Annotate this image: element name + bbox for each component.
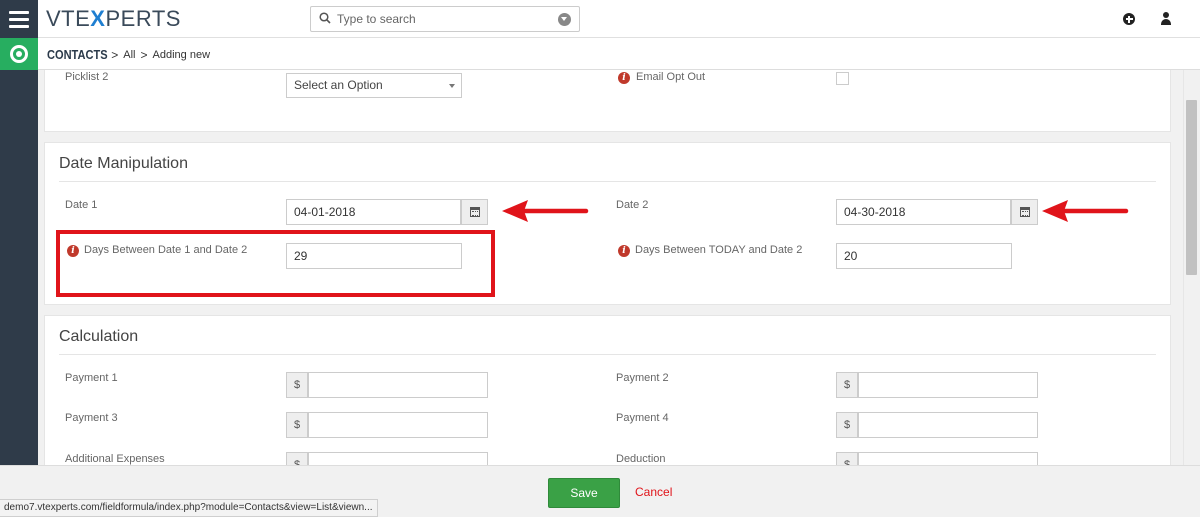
breadcrumb-current: Adding new bbox=[152, 48, 211, 61]
payment-3-label: Payment 3 bbox=[65, 412, 118, 424]
additional-expenses-label: Additional Expenses bbox=[65, 453, 165, 465]
cancel-link[interactable]: Cancel bbox=[635, 485, 672, 499]
payment-4-input[interactable] bbox=[858, 412, 1038, 438]
arrow-left-icon bbox=[502, 200, 589, 222]
breadcrumb-module[interactable]: CONTACTS bbox=[47, 47, 108, 62]
breadcrumb-separator: > bbox=[140, 47, 148, 62]
breadcrumb-separator: > bbox=[111, 47, 119, 62]
payment-3-input[interactable] bbox=[308, 412, 488, 438]
highlight-box bbox=[56, 230, 495, 297]
date-1-calendar-button[interactable] bbox=[461, 199, 488, 225]
left-sidebar bbox=[0, 70, 38, 517]
arrow-left-icon bbox=[1042, 200, 1129, 222]
custom-fields-card: Picklist 2 Select an Option i Email Opt … bbox=[44, 70, 1171, 132]
date-1-label: Date 1 bbox=[65, 199, 98, 211]
quick-create-icon[interactable] bbox=[1123, 13, 1135, 25]
payment-1-input[interactable] bbox=[308, 372, 488, 398]
currency-addon: $ bbox=[836, 372, 858, 398]
picklist-2-label: Picklist 2 bbox=[65, 71, 109, 83]
days-today-input[interactable] bbox=[836, 243, 1012, 269]
section-divider bbox=[59, 354, 1156, 355]
breadcrumb: CONTACTS > All > Adding new bbox=[47, 47, 210, 62]
search-options-dropdown-icon[interactable] bbox=[558, 13, 571, 26]
currency-addon: $ bbox=[836, 452, 858, 465]
deduction-input[interactable] bbox=[858, 452, 1038, 465]
section-divider bbox=[59, 181, 1156, 182]
search-icon bbox=[319, 12, 331, 24]
email-opt-out-label: Email Opt Out bbox=[636, 71, 706, 83]
payment-4-label: Payment 4 bbox=[616, 412, 669, 424]
date-2-input[interactable] bbox=[836, 199, 1011, 225]
top-bar: VTEXPERTS bbox=[0, 0, 1200, 38]
search-input[interactable] bbox=[337, 10, 557, 28]
section-title: Calculation bbox=[59, 328, 139, 345]
date-2-label: Date 2 bbox=[616, 199, 649, 211]
save-button[interactable]: Save bbox=[548, 478, 620, 508]
additional-expenses-input[interactable] bbox=[308, 452, 488, 465]
global-search[interactable] bbox=[310, 6, 580, 32]
currency-addon: $ bbox=[836, 412, 858, 438]
contacts-module-icon[interactable] bbox=[0, 38, 38, 70]
status-bar-url: demo7.vtexperts.com/fieldformula/index.p… bbox=[0, 499, 378, 517]
chevron-down-icon bbox=[449, 84, 455, 88]
payment-1-label: Payment 1 bbox=[65, 372, 118, 384]
info-icon: i bbox=[618, 245, 630, 257]
currency-addon: $ bbox=[286, 412, 308, 438]
breadcrumb-all[interactable]: All bbox=[123, 49, 135, 61]
date-2-calendar-button[interactable] bbox=[1011, 199, 1038, 225]
currency-addon: $ bbox=[286, 372, 308, 398]
currency-addon: $ bbox=[286, 452, 308, 465]
date-1-input[interactable] bbox=[286, 199, 461, 225]
payment-2-input[interactable] bbox=[858, 372, 1038, 398]
days-today-label: Days Between TODAY and Date 2 bbox=[635, 244, 803, 256]
deduction-label: Deduction bbox=[616, 453, 666, 465]
payment-2-label: Payment 2 bbox=[616, 372, 669, 384]
picklist-2-select[interactable]: Select an Option bbox=[286, 73, 462, 98]
calendar-icon bbox=[470, 207, 480, 217]
breadcrumb-bar: CONTACTS > All > Adding new bbox=[0, 38, 1200, 70]
email-opt-out-checkbox[interactable] bbox=[836, 72, 849, 85]
scrollbar-thumb[interactable] bbox=[1186, 100, 1197, 275]
user-menu-icon[interactable] bbox=[1160, 12, 1172, 25]
section-title: Date Manipulation bbox=[59, 155, 188, 172]
info-icon: i bbox=[618, 72, 630, 84]
calculation-card: Calculation Payment 1 $ Payment 2 $ Paym… bbox=[44, 315, 1171, 465]
menu-icon[interactable] bbox=[0, 0, 38, 38]
calendar-icon bbox=[1020, 207, 1030, 217]
vtexperts-logo[interactable]: VTEXPERTS bbox=[46, 8, 181, 30]
